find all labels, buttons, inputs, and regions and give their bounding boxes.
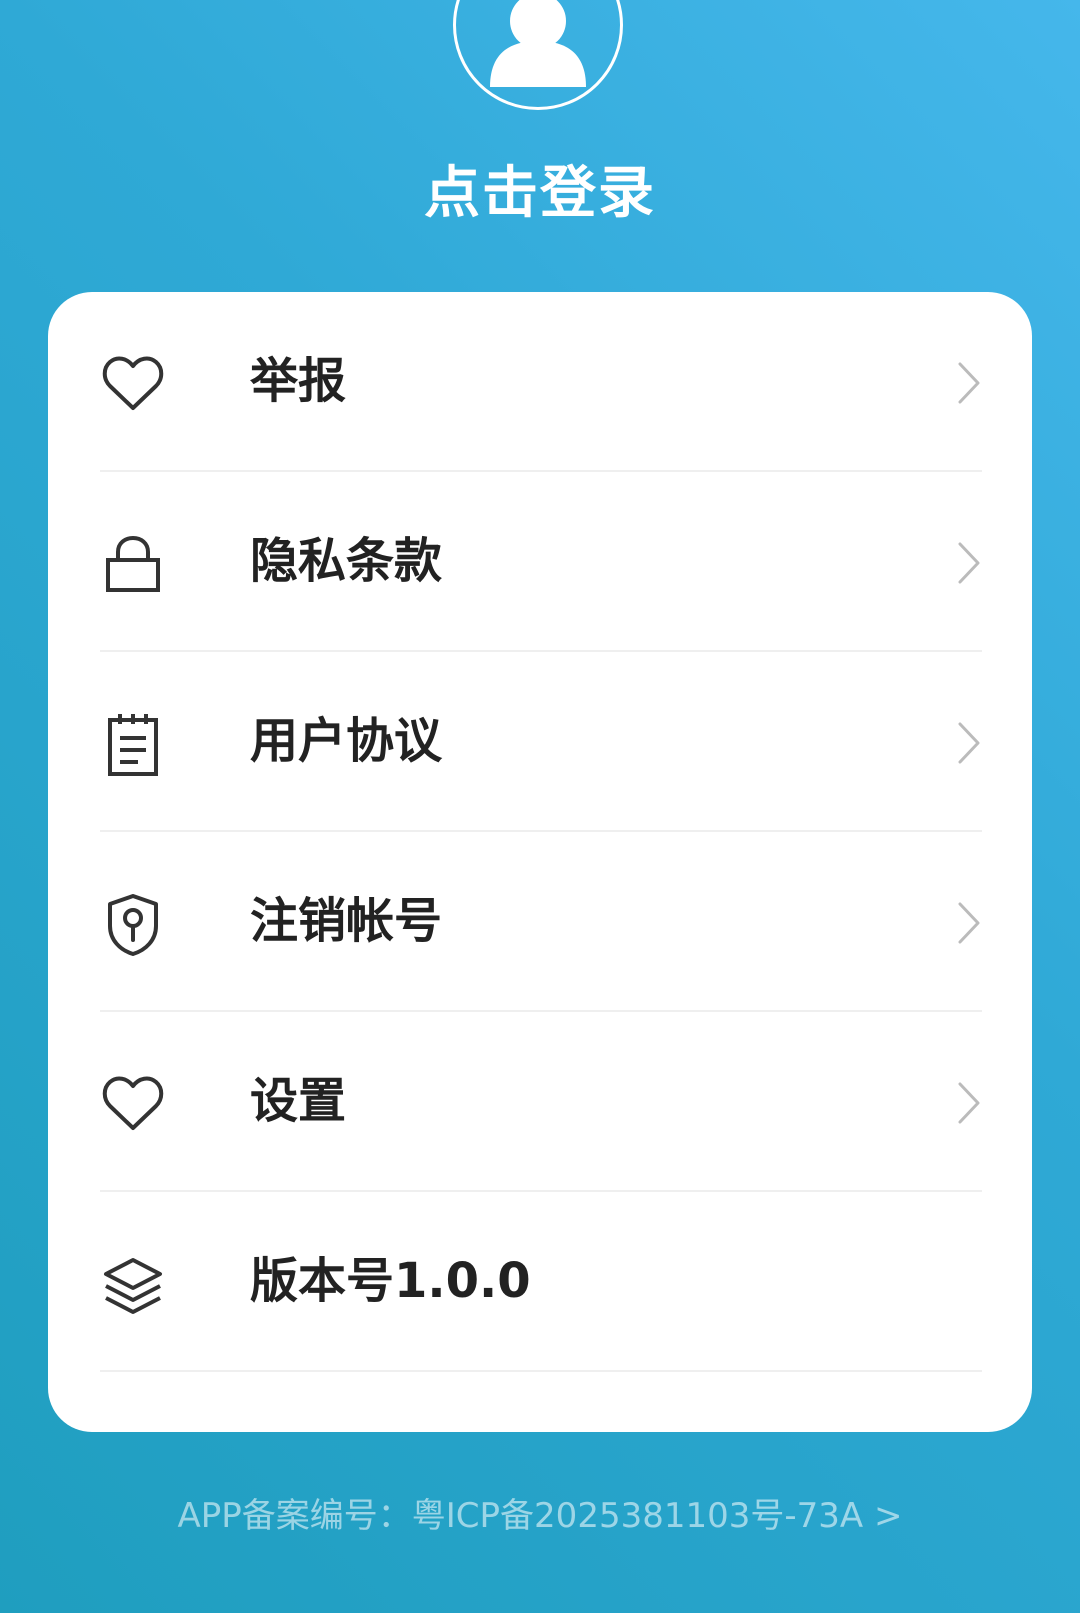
chevron-right-icon [958, 902, 980, 944]
menu-item-label: 设置 [250, 1073, 347, 1129]
icp-filing-link[interactable]: APP备案编号：粤ICP备2025381103号-73A > [0, 1488, 1080, 1537]
menu-item-settings[interactable]: 设置 [100, 1012, 982, 1192]
menu-item-report[interactable]: 举报 [100, 292, 982, 472]
menu-item-label: 举报 [250, 353, 347, 409]
chevron-right-icon [958, 722, 980, 764]
menu-item-user-agreement[interactable]: 用户协议 [100, 652, 982, 832]
chevron-right-icon [958, 1082, 980, 1124]
avatar[interactable] [453, 0, 623, 110]
heart-icon [102, 1076, 164, 1130]
heart-icon [102, 356, 164, 410]
user-icon [490, 0, 586, 87]
notepad-icon [108, 714, 158, 776]
menu-item-label: 用户协议 [250, 713, 443, 769]
layers-icon [104, 1258, 162, 1314]
menu-item-delete-account[interactable]: 注销帐号 [100, 832, 982, 1012]
login-link[interactable]: 点击登录 [0, 148, 1080, 229]
chevron-right-icon [958, 542, 980, 584]
lock-icon [106, 535, 160, 592]
version-label: 版本号1.0.0 [250, 1253, 531, 1309]
menu-card: 举报 隐私条款 用户协议 注销帐号 设置 版本号1.0.0 [48, 292, 1032, 1432]
menu-item-version: 版本号1.0.0 [100, 1192, 982, 1372]
chevron-right-icon [958, 362, 980, 404]
menu-item-privacy[interactable]: 隐私条款 [100, 472, 982, 652]
menu-item-label: 注销帐号 [250, 893, 443, 949]
shield-keyhole-icon [108, 894, 158, 956]
menu-item-label: 隐私条款 [250, 533, 443, 589]
